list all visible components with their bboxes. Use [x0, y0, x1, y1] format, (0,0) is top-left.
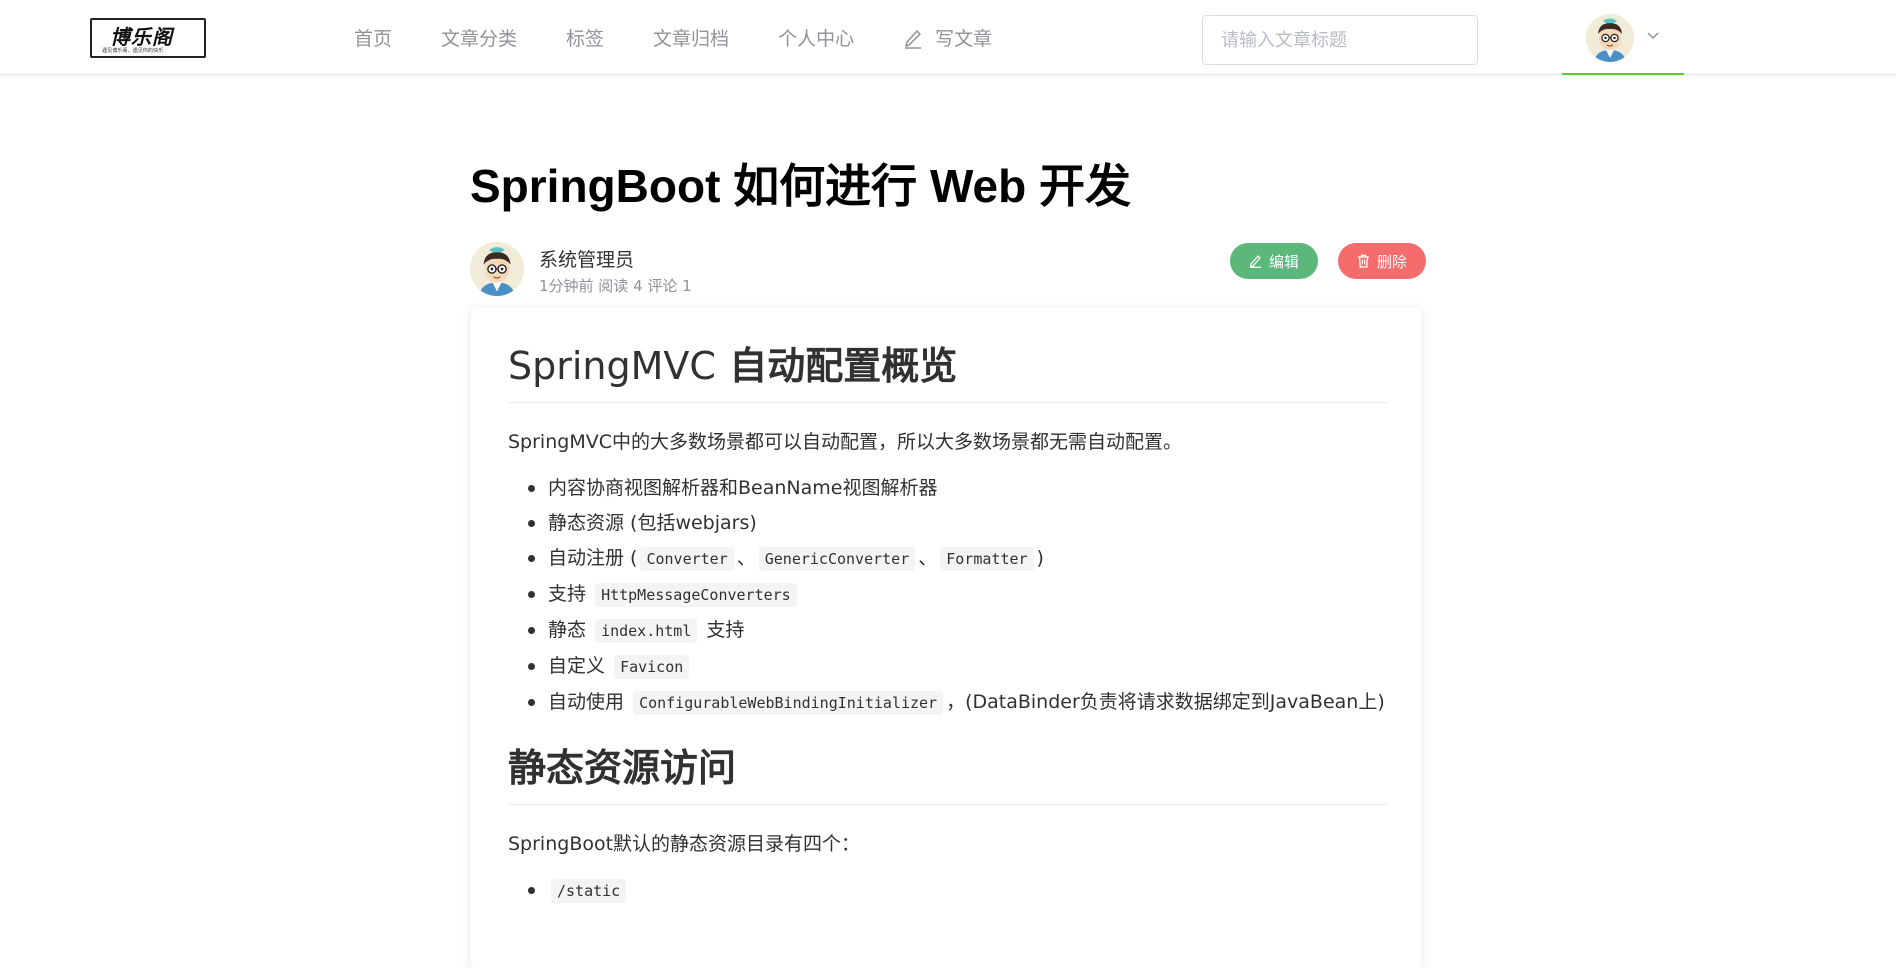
edit-icon	[1249, 255, 1261, 268]
edit-button-label: 编辑	[1269, 252, 1300, 271]
site-logo[interactable]: 博乐阁 遇见博乐阁、遇见你的快乐	[90, 18, 206, 58]
trash-icon	[1358, 254, 1369, 268]
logo-subtitle: 遇见博乐阁、遇见你的快乐	[102, 47, 164, 54]
list-item-text: )	[1036, 546, 1044, 569]
list-item: 自定义 Favicon	[508, 651, 1388, 682]
author-avatar	[470, 242, 524, 296]
separator: 、	[736, 546, 756, 569]
nav-item-label: 文章分类	[441, 28, 518, 50]
edit-button[interactable]: 编辑	[1230, 243, 1319, 279]
list-item-text: 静态资源 (包括webjars)	[548, 511, 757, 534]
content-heading: SpringMVC 自动配置概览	[508, 344, 1388, 403]
list-item-text: 静态	[548, 618, 587, 641]
author-info: 系统管理员 1分钟前 阅读 4 评论 1 编辑 删除	[470, 242, 1430, 298]
nav-item-label: 标签	[566, 28, 605, 50]
article-meta: 1分钟前 阅读 4 评论 1	[539, 277, 692, 295]
list-item-text: 自定义	[548, 654, 606, 677]
nav-item-label: 首页	[354, 28, 393, 50]
heading-prefix: SpringMVC	[508, 344, 716, 388]
list-item: 自动注册 (Converter、 GenericConverter、 Formatt…	[508, 543, 1388, 574]
list-item: 自动使用 ConfigurableWebBindingInitializer ，(…	[508, 687, 1388, 718]
nav-item-label: 文章归档	[653, 28, 730, 50]
content-paragraph: SpringMVC中的大多数场景都可以自动配置，所以大多数场景都无需自动配置。	[508, 430, 1182, 453]
inline-code: /static	[551, 878, 627, 903]
nav-item-tags[interactable]: 标签	[566, 24, 604, 51]
delete-button-label: 删除	[1377, 252, 1408, 271]
list-item-text: 支持	[548, 582, 587, 605]
nav-item-archive[interactable]: 文章归档	[653, 24, 729, 51]
list-item: 静态 index.html 支持	[508, 615, 1388, 646]
list-item: 支持 HttpMessageConverters	[508, 579, 1388, 610]
top-navbar: 博乐阁 遇见博乐阁、遇见你的快乐 首页 文章分类 标签 文章归档 个人中心 写文…	[0, 0, 1896, 75]
markdown-body: SpringMVC 自动配置概览 SpringMVC中的大多数场景都可以自动配置…	[508, 344, 1388, 924]
nav-item-label: 写文章	[935, 28, 993, 50]
content-heading: 静态资源访问	[508, 746, 1388, 805]
inline-code: Formatter	[940, 546, 1034, 571]
main-nav: 首页 文章分类 标签 文章归档 个人中心 写文章	[354, 0, 1041, 75]
inline-code: GenericConverter	[758, 546, 916, 571]
nav-item-write[interactable]: 写文章	[903, 24, 992, 51]
static-dir-list: /static	[508, 875, 1388, 906]
inline-code: index.html	[595, 618, 698, 643]
nav-item-label: 个人中心	[778, 28, 855, 50]
inline-code: HttpMessageConverters	[595, 582, 797, 607]
nav-item-profile[interactable]: 个人中心	[778, 24, 854, 51]
list-item-text: 自动注册 (	[548, 546, 638, 569]
list-item-text: 内容协商视图解析器和BeanName视图解析器	[548, 476, 938, 499]
chevron-down-icon[interactable]	[1646, 30, 1660, 40]
feature-list: 内容协商视图解析器和BeanName视图解析器 静态资源 (包括webjars)…	[508, 473, 1388, 718]
author-name: 系统管理员	[539, 249, 635, 271]
delete-button[interactable]: 删除	[1338, 243, 1427, 279]
inline-code: ConfigurableWebBindingInitializer	[633, 690, 944, 715]
article-content-card: SpringMVC 自动配置概览 SpringMVC中的大多数场景都可以自动配置…	[471, 308, 1421, 968]
heading-suffix: 自动配置概览	[729, 344, 958, 388]
list-item-text: 支持	[706, 618, 745, 641]
inline-code: Favicon	[614, 654, 690, 679]
inline-code: Converter	[640, 546, 734, 571]
list-item-text: ，(DataBinder负责将请求数据绑定到JavaBean上)	[946, 690, 1385, 713]
list-item: 静态资源 (包括webjars)	[508, 508, 1388, 538]
content-paragraph: SpringBoot默认的静态资源目录有四个：	[508, 832, 861, 855]
separator: 、	[918, 546, 938, 569]
avatar[interactable]	[1586, 14, 1634, 62]
search-input[interactable]	[1202, 15, 1478, 65]
article-title: SpringBoot 如何进行 Web 开发	[470, 160, 1132, 212]
list-item: 内容协商视图解析器和BeanName视图解析器	[508, 473, 1388, 503]
nav-item-home[interactable]: 首页	[354, 24, 392, 51]
pen-icon	[905, 29, 922, 49]
user-menu[interactable]	[1562, 0, 1684, 75]
list-item-text: 自动使用	[548, 690, 625, 713]
list-item: /static	[508, 875, 1388, 906]
nav-item-categories[interactable]: 文章分类	[441, 24, 517, 51]
